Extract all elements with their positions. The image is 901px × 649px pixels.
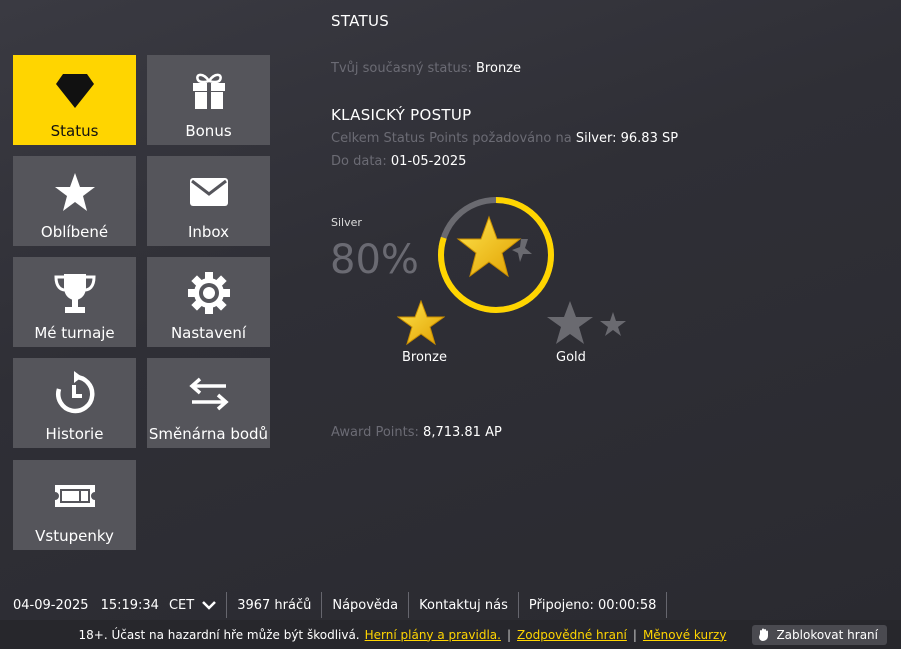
award-points-value: 8,713.81 AP [423,425,502,440]
menu-tile-label: Mé turnaje [34,324,115,342]
status-bar: 04-09-2025 15:19:34 CET 3967 hráčů Nápov… [0,590,668,620]
menu-tile-label: Bonus [185,122,232,140]
menu-tile-label: Směnárna bodů [148,425,269,443]
envelope-icon [147,170,270,214]
footer-time: 15:19:34 [100,597,159,613]
award-points-label: Award Points: [331,425,419,440]
block-gaming-button[interactable]: Zablokovat hraní [752,624,887,645]
exchange-icon [147,372,270,416]
history-icon [13,371,136,416]
deadline: Do data: 01-05-2025 [331,154,466,169]
game-rules-link[interactable]: Herní plány a pravidla. [365,628,501,642]
separator: | [506,627,512,642]
menu-tile-label: Vstupenky [35,527,114,545]
menu-tile-status[interactable]: Status [13,55,136,145]
hand-icon [759,628,769,641]
gift-icon [147,69,270,113]
responsible-gaming-link[interactable]: Zodpovědné hraní [517,628,627,642]
ticket-icon [13,474,136,518]
players-count: 3967 hráčů [227,592,323,618]
next-tier-star-icon [600,312,626,336]
diamond-icon [13,69,136,113]
deadline-label: Do data: [331,154,387,169]
current-status-value: Bronze [476,61,522,76]
contact-link[interactable]: Kontaktuj nás [409,592,519,618]
menu-tile-inbox[interactable]: Inbox [147,156,270,246]
gear-icon [147,271,270,315]
legal-bar: 18+. Účast na hazardní hře může být škod… [0,620,901,649]
section-title: KLASICKÝ POSTUP [331,106,472,124]
legal-warning: 18+. Účast na hazardní hře může být škod… [78,627,360,642]
current-status: Tvůj současný status: Bronze [331,61,521,76]
menu-tile-favorites[interactable]: Oblíbené [13,156,136,246]
block-gaming-label: Zablokovat hraní [776,627,878,642]
trophy-icon [13,271,136,315]
footer-date: 04-09-2025 [13,597,89,613]
bronze-star-icon [397,300,445,346]
progress-ring [438,197,554,313]
menu-tile-label: Inbox [187,223,230,241]
award-points: Award Points: 8,713.81 AP [331,425,502,440]
footer-timezone: CET [168,597,195,613]
menu-tile-bonus[interactable]: Bonus [147,55,270,145]
menu-tile-label: Status [50,122,99,140]
menu-tile-label: Historie [45,425,104,443]
star-icon [13,170,136,214]
target-tier-label: Silver [331,216,362,229]
current-tier-star-icon [456,215,522,278]
menu-tile-exchange[interactable]: Směnárna bodů [147,358,270,448]
connection-timer: Připojeno: 00:00:58 [519,592,668,618]
menu-tile-tournaments[interactable]: Mé turnaje [13,257,136,347]
clock-segment[interactable]: 04-09-2025 15:19:34 CET [0,592,228,618]
menu-tile-label: Nastavení [170,324,247,342]
gold-star-icon [547,301,593,344]
help-link[interactable]: Nápověda [322,592,410,618]
deadline-value: 01-05-2025 [390,154,467,169]
gold-star-label: Gold [556,350,586,365]
required-points-value: Silver: 96.83 SP [575,131,679,146]
page-title: STATUS [331,12,390,30]
progress-percent: 80% [330,237,419,283]
bronze-star-label: Bronze [402,350,447,365]
menu-tile-settings[interactable]: Nastavení [147,257,270,347]
chevron-down-icon[interactable] [202,600,217,610]
separator: | [632,627,637,642]
current-status-label: Tvůj současný status: [331,61,472,76]
required-points-label: Celkem Status Points požadováno na [331,131,572,146]
menu-tile-tickets[interactable]: Vstupenky [13,460,136,550]
menu-tile-history[interactable]: Historie [13,358,136,448]
required-points: Celkem Status Points požadováno na Silve… [331,131,678,146]
currency-rates-link[interactable]: Měnové kurzy [643,628,727,642]
menu-tile-label: Oblíbené [40,223,109,241]
